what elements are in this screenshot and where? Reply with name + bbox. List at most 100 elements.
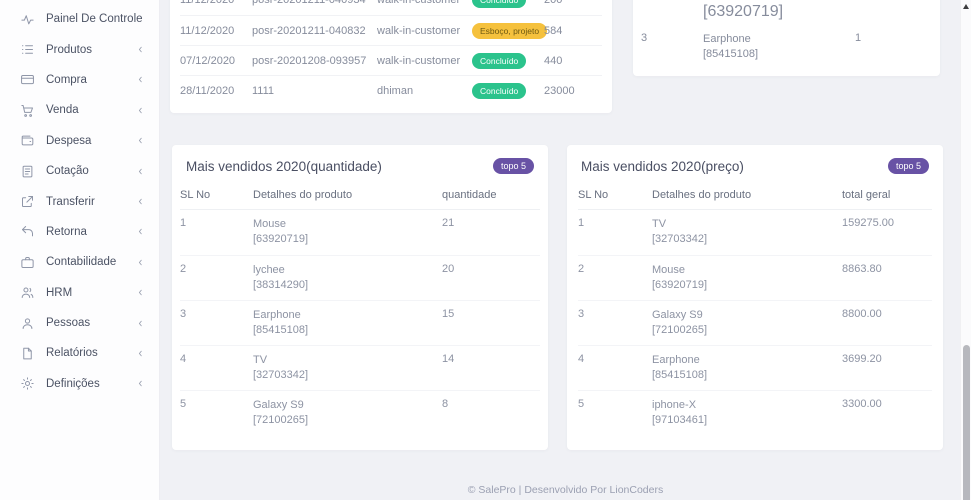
scroll-up-arrow-icon[interactable] xyxy=(963,4,969,9)
vertical-scrollbar[interactable] xyxy=(960,0,971,500)
sidebar-item-relatorios[interactable]: Relatórios xyxy=(0,338,159,368)
sidebar-item-despesa[interactable]: Despesa xyxy=(0,126,159,156)
product-code: [63920719] xyxy=(253,232,442,246)
file-text-icon xyxy=(20,164,35,179)
sale-customer: walk-in-customer xyxy=(377,25,472,37)
credit-card-icon xyxy=(20,72,35,87)
chevron-left-icon xyxy=(136,106,145,115)
product-details: lychee [38314290] xyxy=(253,263,442,300)
sl-no: 3 xyxy=(180,308,253,345)
sale-customer: walk-in-customer xyxy=(377,0,472,6)
best-sellers-price-card: Mais vendidos 2020(preço) topo 5 SL No D… xyxy=(567,145,943,450)
table-row: 3 Earphone [85415108] 15 xyxy=(180,300,540,345)
status-cell: Concluído xyxy=(472,53,544,69)
users-icon xyxy=(20,285,35,300)
product-code: [38314290] xyxy=(253,278,442,292)
table-row: 5 Galaxy S9 [72100265] 8 xyxy=(180,390,540,435)
sidebar-item-label: Contabilidade xyxy=(46,256,136,268)
quantity-cell: 8 xyxy=(442,398,540,435)
product-name: Earphone xyxy=(703,32,855,47)
main-content: 11/12/2020 posr-20201211-040934 walk-in-… xyxy=(160,0,971,500)
quantity-cell: 15 xyxy=(442,308,540,345)
best-sellers-price-table: SL No Detalhes do produto total geral 1 … xyxy=(567,183,943,435)
sidebar-item-label: Produtos xyxy=(46,44,136,56)
sale-date: 11/12/2020 xyxy=(180,25,252,37)
person-icon xyxy=(20,316,35,331)
table-row: 3 Galaxy S9 [72100265] 8800.00 xyxy=(578,300,932,345)
table-row: 2 Mouse [63920719] 8863.80 xyxy=(578,255,932,300)
best-sellers-qty-table: SL No Detalhes do produto quantidade 1 M… xyxy=(172,183,548,435)
product-details: Earphone [85415108] xyxy=(652,353,842,390)
table-row: 1 Mouse [63920719] 21 xyxy=(180,210,540,255)
share-icon xyxy=(20,194,35,209)
sale-reference: posr-20201211-040934 xyxy=(252,0,377,6)
sidebar-item-venda[interactable]: Venda xyxy=(0,95,159,125)
sidebar-item-definicoes[interactable]: Definições xyxy=(0,369,159,399)
chevron-left-icon xyxy=(136,288,145,297)
column-header: Detalhes do produto xyxy=(253,189,442,201)
sidebar-item-label: Cotação xyxy=(46,165,136,177)
sidebar-item-label: Despesa xyxy=(46,135,136,147)
product-name: Mouse xyxy=(652,263,842,278)
sidebar-item-painel-de-controle[interactable]: Painel De Controle xyxy=(0,4,159,34)
chevron-left-icon xyxy=(136,75,145,84)
sl-no: 1 xyxy=(578,217,652,255)
card-header: Mais vendidos 2020(preço) topo 5 xyxy=(567,145,943,183)
sale-reference: posr-20201208-093957 xyxy=(252,55,377,67)
sidebar-item-label: Venda xyxy=(46,104,136,116)
list-icon xyxy=(20,42,35,57)
sidebar-item-retorna[interactable]: Retorna xyxy=(0,217,159,247)
product-name: TV xyxy=(652,217,842,232)
table-row: 11/12/2020 posr-20201211-040832 walk-in-… xyxy=(180,15,602,45)
chevron-left-icon xyxy=(136,319,145,328)
table-row: 3 Earphone [85415108] 1 xyxy=(641,25,932,68)
table-row: 2 lychee [38314290] 20 xyxy=(180,255,540,300)
sidebar-item-produtos[interactable]: Produtos xyxy=(0,34,159,64)
product-name: Galaxy S9 xyxy=(253,398,442,413)
product-name: iphone-X xyxy=(652,398,842,413)
chevron-left-icon xyxy=(136,349,145,358)
sidebar-item-hrm[interactable]: HRM xyxy=(0,278,159,308)
sidebar-item-label: Transferir xyxy=(46,196,136,208)
product-name: lychee xyxy=(253,263,442,278)
report-icon xyxy=(20,346,35,361)
sidebar-item-label: Pessoas xyxy=(46,317,136,329)
quantity-cell: 14 xyxy=(442,353,540,390)
scrollbar-thumb[interactable] xyxy=(963,345,970,500)
total-cell: 159275.00 xyxy=(842,217,932,255)
product-details: TV [32703342] xyxy=(652,217,842,255)
product-details: Mouse [63920719] xyxy=(253,217,442,255)
product-details: TV [32703342] xyxy=(253,353,442,390)
sale-customer: dhiman xyxy=(377,85,472,97)
total-cell: 8863.80 xyxy=(842,263,932,300)
product-code: [97103461] xyxy=(652,413,842,427)
sidebar-item-label: Painel De Controle xyxy=(46,13,145,25)
sidebar-item-contabilidade[interactable]: Contabilidade xyxy=(0,247,159,277)
sale-amount: 440 xyxy=(544,55,602,67)
best-sellers-qty-card: Mais vendidos 2020(quantidade) topo 5 SL… xyxy=(172,145,548,450)
sidebar-item-label: Retorna xyxy=(46,226,136,238)
sl-no: 5 xyxy=(578,398,652,435)
chevron-left-icon xyxy=(136,258,145,267)
sl-no: 5 xyxy=(180,398,253,435)
sidebar: Painel De Controle Produtos Compra Venda… xyxy=(0,0,160,500)
table-row: 11/12/2020 posr-20201211-040934 walk-in-… xyxy=(180,0,602,15)
sl-no: 4 xyxy=(180,353,253,390)
footer-copyright: © SalePro | Desenvolvido Por LionCoders xyxy=(160,484,971,496)
product-details: iphone-X [97103461] xyxy=(652,398,842,435)
recent-sales-card: 11/12/2020 posr-20201211-040934 walk-in-… xyxy=(170,0,612,113)
sidebar-item-compra[interactable]: Compra xyxy=(0,65,159,95)
sidebar-item-pessoas[interactable]: Pessoas xyxy=(0,308,159,338)
cart-icon xyxy=(20,103,35,118)
sidebar-item-label: Definições xyxy=(46,378,136,390)
product-code: [32703342] xyxy=(253,368,442,382)
sl-no: 2 xyxy=(180,263,253,300)
sidebar-item-transferir[interactable]: Transferir xyxy=(0,186,159,216)
chevron-left-icon xyxy=(136,197,145,206)
product-name: TV xyxy=(253,353,442,368)
table-row: 5 iphone-X [97103461] 3300.00 xyxy=(578,390,932,435)
product-code: [63920719] xyxy=(652,278,842,292)
product-details: Galaxy S9 [72100265] xyxy=(253,398,442,435)
sidebar-item-cotacao[interactable]: Cotação xyxy=(0,156,159,186)
table-header-row: SL No Detalhes do produto quantidade xyxy=(180,183,540,210)
